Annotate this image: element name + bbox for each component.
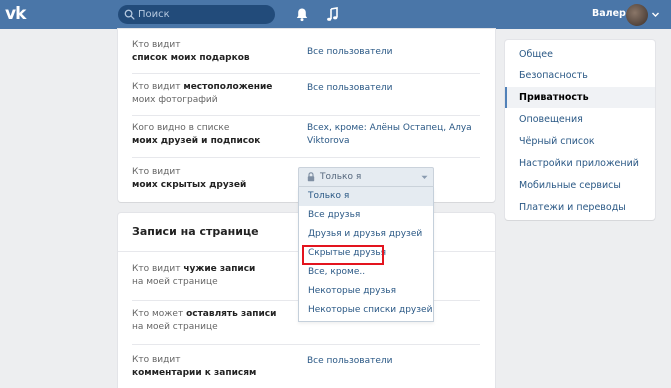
row-label: Кто может оставлять записи на моей стран…	[132, 309, 277, 332]
menu-item-app-settings[interactable]: Настройки приложений	[505, 153, 655, 174]
dropdown-option-all-friends[interactable]: Все друзья	[299, 206, 433, 225]
menu-item-mobile-services[interactable]: Мобильные сервисы	[505, 175, 655, 196]
caret-down-icon	[421, 175, 428, 179]
search-box[interactable]	[118, 5, 275, 24]
row-label: Кого видно в списке моих друзей и подпис…	[132, 123, 261, 146]
menu-item-privacy[interactable]: Приватность	[505, 87, 655, 108]
highlight-annotation	[302, 245, 384, 265]
search-icon	[124, 9, 135, 20]
dropdown-option-all-except[interactable]: Все, кроме..	[299, 263, 433, 282]
avatar[interactable]	[626, 4, 648, 26]
menu-item-blacklist[interactable]: Чёрный список	[505, 131, 655, 152]
dropdown-option-some-lists[interactable]: Некоторые списки друзей	[299, 301, 433, 320]
privacy-value-link[interactable]: Все пользователи	[307, 355, 477, 368]
chevron-down-icon[interactable]	[651, 10, 660, 19]
dropdown-option-some-friends[interactable]: Некоторые друзья	[299, 282, 433, 301]
dropdown-selected-value: Только я	[320, 172, 362, 182]
search-input[interactable]	[138, 7, 268, 22]
row-label: Кто видит местоположение моих фотографий	[132, 82, 273, 105]
privacy-dropdown[interactable]: Только я	[298, 167, 434, 187]
dropdown-option-only-me[interactable]: Только я	[299, 187, 433, 206]
settings-menu: Общее Безопасность Приватность Оповещени…	[505, 40, 655, 220]
privacy-row-friends-list: Кого видно в списке моих друзей и подпис…	[132, 115, 480, 157]
row-label: Кто видит комментарии к записям	[132, 355, 257, 378]
menu-item-general[interactable]: Общее	[505, 44, 655, 65]
row-label: Кто видит моих скрытых друзей	[132, 167, 247, 190]
privacy-value-link[interactable]: Все пользователи	[307, 82, 477, 95]
privacy-row-comments: Кто видит комментарии к записям Все поль…	[132, 344, 480, 388]
privacy-value-link[interactable]: Все пользователи	[307, 46, 477, 59]
menu-item-security[interactable]: Безопасность	[505, 65, 655, 86]
privacy-row-photo-location: Кто видит местоположение моих фотографий…	[132, 73, 480, 115]
section-title: Записи на странице	[132, 225, 259, 238]
vk-logo[interactable]: vk	[5, 4, 33, 24]
row-label: Кто видит чужие записи на моей странице	[132, 264, 256, 287]
bell-icon[interactable]	[295, 7, 309, 22]
privacy-value-link[interactable]: Всех, кроме: Алёны Остапец, Алуа Viktoro…	[307, 122, 477, 148]
menu-item-payments[interactable]: Платежи и переводы	[505, 197, 655, 218]
privacy-row-gifts: Кто видит список моих подарков Все польз…	[132, 37, 480, 73]
top-bar: vk Валера	[0, 0, 671, 29]
dropdown-option-friends-of-friends[interactable]: Друзья и друзья друзей	[299, 225, 433, 244]
row-label: Кто видит список моих подарков	[132, 40, 250, 63]
menu-item-notifications[interactable]: Оповещения	[505, 109, 655, 130]
lock-icon	[307, 172, 315, 182]
music-icon[interactable]	[326, 7, 339, 22]
